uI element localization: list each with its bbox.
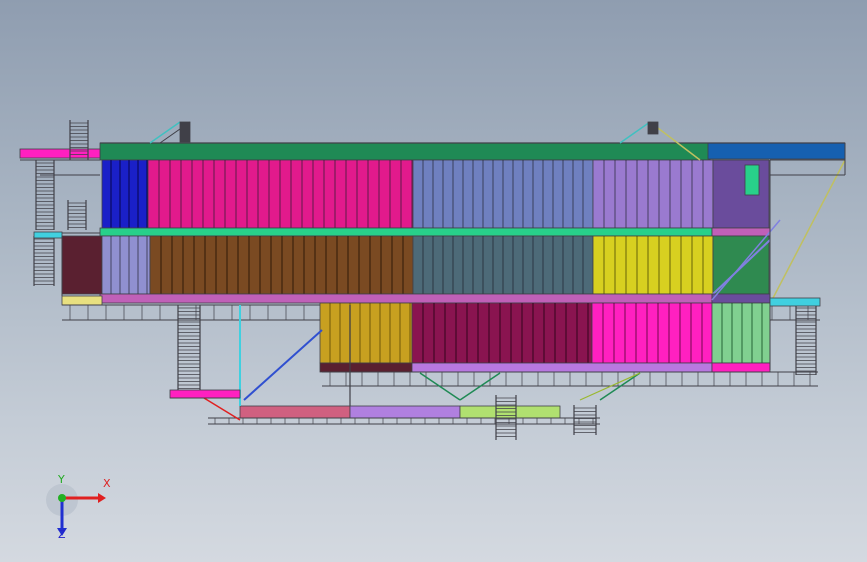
red-brace — [203, 397, 241, 421]
basement-gold-panel — [319, 302, 413, 364]
roof-green-band — [99, 142, 711, 161]
roof-blue-cap — [707, 142, 846, 160]
left-outrigger-cap — [33, 231, 63, 239]
y-axis-label: Y — [58, 473, 65, 486]
lower-left-landing — [169, 389, 241, 399]
walkway-deck-violet — [349, 405, 461, 419]
roof-ramp-right — [619, 121, 651, 144]
axis-triad: X Y Z — [40, 473, 120, 548]
upper-right-bay — [712, 159, 770, 229]
y-axis-dot — [58, 494, 66, 502]
structure-model[interactable] — [0, 0, 867, 562]
lower-left-end — [61, 235, 103, 295]
x-axis-arrowhead — [98, 493, 106, 503]
cad-viewport[interactable]: X Y Z — [0, 0, 867, 562]
basement-sill — [411, 362, 713, 373]
lower-lilac-panel — [101, 235, 151, 295]
basement-plum-panel — [411, 302, 593, 364]
lower-yellow-panel — [592, 235, 714, 295]
right-platform-cap — [769, 297, 821, 307]
walkway-deck-pink — [239, 405, 351, 419]
mid-green-band — [99, 227, 713, 237]
upper-blue-panel — [101, 159, 149, 229]
upper-violet-panel — [592, 159, 714, 229]
basement-pink-panel — [591, 302, 713, 364]
roof-left-post — [179, 121, 191, 143]
z-axis-label: Z — [58, 528, 66, 541]
roof-right-post — [647, 121, 659, 135]
right-long-brace — [771, 159, 846, 301]
main-floor-right — [711, 293, 771, 304]
x-axis-label: X — [103, 477, 111, 490]
diagonal-brace-1 — [243, 329, 323, 401]
main-floor-beam — [99, 293, 713, 304]
basement-mint-panel — [711, 302, 771, 364]
mid-right-band — [711, 227, 771, 237]
upper-right-stair — [744, 164, 760, 196]
basement-sill-left — [319, 362, 413, 373]
basement-sill-right — [711, 362, 771, 373]
left-floor-cap — [61, 295, 103, 306]
